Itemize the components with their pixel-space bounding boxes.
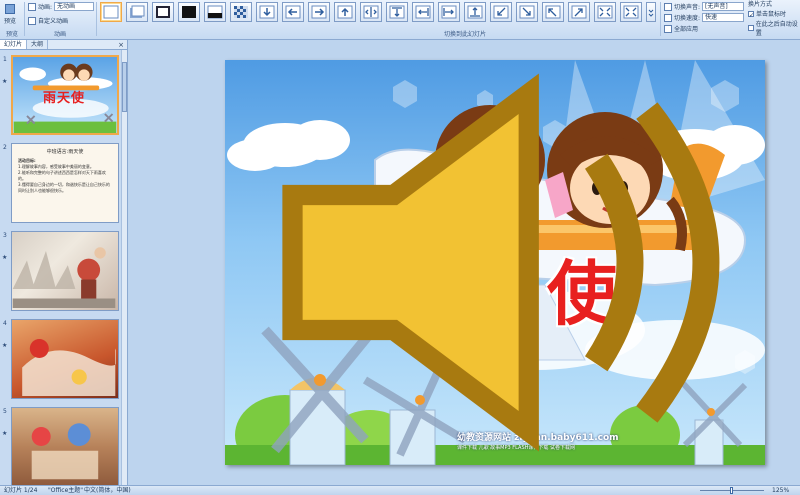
transition-box-in[interactable] (594, 2, 616, 22)
slide-editing-area: 雨天使 幼教资源网站 ziyuan.baby611.com 课件下载 儿歌 故事… (129, 40, 800, 485)
automatically-after-checkbox[interactable]: 在此之后自动设置 (748, 19, 800, 37)
thumbnail-title: 中班语言:雨天使 (46, 149, 84, 155)
speed-icon (664, 13, 672, 22)
slide-number: 4 (3, 320, 7, 327)
custom-animation-icon (28, 16, 36, 25)
group-label-transitions: 切换到此幻灯片 (443, 31, 486, 38)
animation-star-icon: ★ (2, 78, 8, 85)
custom-animation-button[interactable]: 自定义动画 (28, 16, 68, 25)
thumbnail-art (31, 423, 99, 480)
speaker-icon[interactable] (225, 60, 765, 465)
animate-select[interactable]: 无动画 (54, 2, 95, 11)
transition-fade-black[interactable] (152, 2, 174, 22)
checkbox-icon (748, 25, 754, 31)
zoom-slider-knob[interactable] (730, 487, 733, 494)
transition-cover-down-left[interactable] (490, 2, 512, 22)
thumbnail-image (11, 231, 119, 311)
slide-thumbnail-5[interactable]: 5 ★ (0, 406, 124, 490)
zoom-level[interactable]: 125% (772, 486, 789, 495)
advance-slide-label: 换片方式 (748, 1, 773, 8)
slide-thumbnail-3[interactable]: 3 ★ (0, 230, 124, 314)
slide-thumbnail-4[interactable]: 4 ★ (0, 318, 124, 402)
transition-fade[interactable] (126, 2, 148, 22)
scrollbar-thumb[interactable] (122, 62, 127, 112)
thumbnail-image: 中班语言:雨天使 活动目标: 1.理解故事内容，感受故事中美丽的变意。 2.能听… (11, 143, 119, 223)
transition-push-down[interactable] (386, 2, 408, 22)
slide-thumbnail-2[interactable]: 2 中班语言:雨天使 活动目标: 1.理解故事内容，感受故事中美丽的变意。 2.… (0, 142, 124, 226)
sound-select[interactable]: [无声音] (702, 2, 745, 11)
group-label-preview: 预览 (5, 31, 18, 38)
thumbnail-line: 3.懂得要自己身边的一切，和谐快乐是让自己快乐的同时让别人也能够很快乐。 (18, 182, 110, 193)
apply-all-icon (664, 24, 672, 33)
thumbnail-image (11, 407, 119, 487)
transition-gallery-more-button[interactable] (646, 2, 656, 22)
thumbnail-title: 雨天使 (43, 91, 86, 106)
tab-outline[interactable]: 大纲 (27, 40, 49, 49)
transition-push-left[interactable] (412, 2, 434, 22)
thumbnail-art (12, 247, 116, 308)
tab-slides[interactable]: 幻灯片 (0, 40, 28, 49)
transition-dissolve[interactable] (230, 2, 252, 22)
thumbnail-scrollbar[interactable] (121, 50, 127, 485)
slide-number: 2 (3, 144, 7, 151)
slide-counter: 幻灯片 1/24 (4, 487, 38, 494)
preview-button[interactable]: 预览 (4, 4, 16, 25)
transition-wipe-right[interactable] (308, 2, 330, 22)
animation-star-icon: ★ (2, 254, 8, 261)
transition-cover-up-right[interactable] (568, 2, 590, 22)
status-bar: 幻灯片 1/24 "Office主题" 中文(简体，中国) 125% (0, 485, 800, 495)
on-mouse-click-checkbox[interactable]: ✓ 单击鼠标时 (748, 9, 786, 19)
animation-star-icon: ★ (2, 430, 8, 437)
animation-star-icon: ★ (2, 342, 8, 349)
animate-icon (28, 2, 36, 11)
thumbnail-image: 雨天使 (11, 55, 119, 135)
slides-panel: 幻灯片 大纲 × 1 雨天使 ★ 2 中班语言:雨天使 活动目标: 1.理解故事… (0, 40, 128, 487)
thumbnail-image (11, 319, 119, 399)
transition-cover-down-right[interactable] (516, 2, 538, 22)
panel-tabs: 幻灯片 大纲 × (0, 40, 127, 50)
transition-sound-control[interactable]: 切换声音: [无声音] (664, 2, 745, 11)
close-icon[interactable]: × (115, 40, 127, 49)
transition-cut-black[interactable] (204, 2, 226, 22)
transition-push-up[interactable] (464, 2, 486, 22)
preview-icon (5, 4, 15, 14)
transition-cover-up-left[interactable] (542, 2, 564, 22)
transition-split-vertical[interactable] (360, 2, 382, 22)
transition-wipe-down[interactable] (256, 2, 278, 22)
slide-number: 3 (3, 232, 7, 239)
slide-number: 1 (3, 56, 7, 63)
slide-number: 5 (3, 408, 7, 415)
separator (660, 2, 661, 36)
slide-canvas[interactable]: 雨天使 幼教资源网站 ziyuan.baby611.com 课件下载 儿歌 故事… (225, 60, 765, 465)
separator (24, 2, 25, 36)
checkbox-checked-icon: ✓ (748, 10, 755, 19)
speed-select[interactable]: 快速 (702, 13, 745, 22)
ribbon: 预览 预览 动画: 无动画 自定义动画 动画 切换到此幻灯片 切换声音: [无声… (0, 0, 800, 40)
language-indicator[interactable]: 中文(简体，中国) (84, 486, 131, 495)
separator (96, 2, 97, 36)
apply-to-all-button[interactable]: 全部应用 (664, 24, 698, 33)
transition-box-out[interactable] (620, 2, 642, 22)
group-label-animations: 动画 (53, 31, 66, 38)
transition-none[interactable] (100, 2, 122, 22)
transition-wipe-left[interactable] (282, 2, 304, 22)
animate-dropdown[interactable]: 动画: 无动画 (28, 2, 95, 11)
thumbnail-line: 2.能听和完整的句子讲述西西是怎样对天下雨喜欢的。 (18, 170, 106, 181)
transition-cut[interactable] (178, 2, 200, 22)
thumbnail-art (22, 339, 118, 396)
transition-speed-control[interactable]: 切换速度: 快速 (664, 13, 745, 22)
transition-wipe-up[interactable] (334, 2, 356, 22)
theme-name: "Office主题" (48, 487, 84, 494)
slide-thumbnail-1[interactable]: 1 雨天使 ★ (0, 54, 124, 138)
transition-push-right[interactable] (438, 2, 460, 22)
sound-icon (664, 2, 672, 11)
